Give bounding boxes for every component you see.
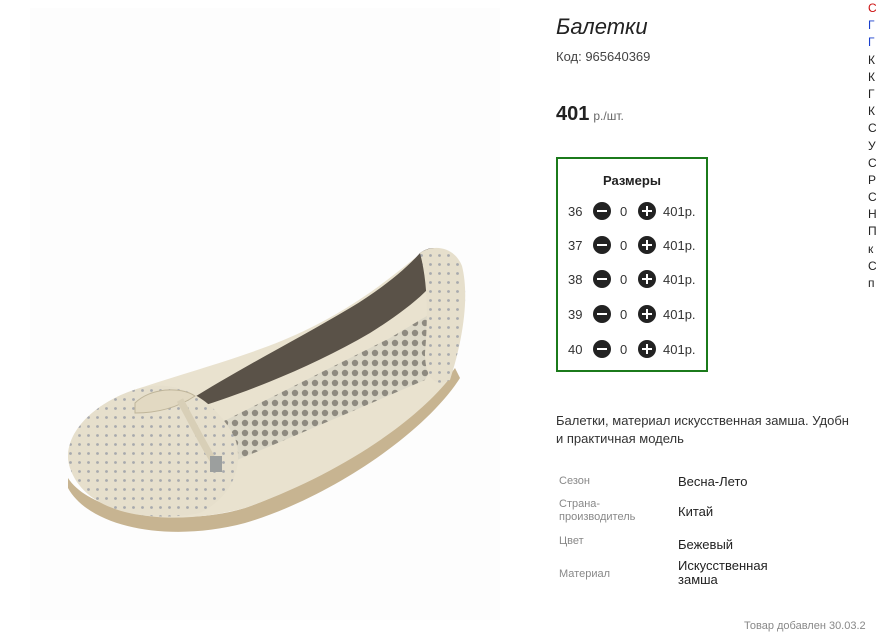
size-label: 36 <box>568 204 583 219</box>
minus-icon[interactable] <box>593 202 611 220</box>
added-date: Товар добавлен 30.03.2 <box>744 620 866 632</box>
size-label: 39 <box>568 307 583 322</box>
product-title: Балетки <box>556 14 648 39</box>
sizes-title: Размеры <box>603 173 661 188</box>
edge-link[interactable]: Г <box>868 34 876 51</box>
quantity-value: 0 <box>620 272 628 287</box>
quantity-value: 0 <box>620 307 628 322</box>
size-row-39: 39 0 401р. <box>558 305 706 325</box>
size-row-37: 37 0 401р. <box>558 236 706 256</box>
sizes-selector: Размеры 36 0 401р. 37 0 401р. 38 0 401р.… <box>556 157 708 372</box>
size-row-40: 40 0 401р. <box>558 340 706 360</box>
edge-text: У <box>868 138 876 153</box>
edge-text: П <box>868 224 876 239</box>
size-row-36: 36 0 401р. <box>558 202 706 222</box>
edge-text: К <box>868 69 875 84</box>
spec-value: Китай <box>678 504 714 519</box>
ballet-flat-image <box>68 247 466 532</box>
product-price: 401 р./шт. <box>556 103 624 126</box>
edge-text: С <box>868 121 876 136</box>
spec-value: Бежевый <box>678 537 734 552</box>
edge-link[interactable]: С <box>868 0 876 17</box>
quantity-value: 0 <box>620 238 628 253</box>
edge-text: К <box>868 104 875 119</box>
plus-icon[interactable] <box>638 236 656 254</box>
description-line: и практичная модель <box>556 431 684 446</box>
spec-label: Сезон <box>559 475 590 487</box>
size-label: 38 <box>568 272 583 287</box>
edge-text: Р <box>868 172 876 187</box>
spec-label: Страна-производитель <box>559 498 636 523</box>
size-label: 40 <box>568 342 583 357</box>
edge-text: Н <box>868 207 876 222</box>
edge-text: С <box>868 258 876 273</box>
price-value: 401 <box>556 103 590 125</box>
description-line: Балетки, материал искусственная замша. У… <box>556 413 849 428</box>
edge-link[interactable]: Г <box>868 17 876 34</box>
quantity-value: 0 <box>620 204 628 219</box>
plus-icon[interactable] <box>638 270 656 288</box>
edge-text: Г <box>868 86 875 101</box>
edge-text: к <box>868 241 874 256</box>
edge-text: С <box>868 155 876 170</box>
spec-value: Искусственная замша <box>678 558 768 587</box>
plus-icon[interactable] <box>638 202 656 220</box>
quantity-value: 0 <box>620 342 628 357</box>
product-code: Код: 965640369 <box>556 49 651 64</box>
size-label: 37 <box>568 238 583 253</box>
plus-icon[interactable] <box>638 340 656 358</box>
minus-icon[interactable] <box>593 340 611 358</box>
size-price: 401р. <box>663 342 696 357</box>
size-price: 401р. <box>663 204 696 219</box>
edge-text: п <box>868 276 875 290</box>
minus-icon[interactable] <box>593 305 611 323</box>
edge-text: К <box>868 52 875 67</box>
product-description: Балетки, материал искусственная замша. У… <box>556 412 876 448</box>
size-row-38: 38 0 401р. <box>558 270 706 290</box>
spec-label: Цвет <box>559 535 584 547</box>
spec-label: Материал <box>559 568 610 580</box>
size-price: 401р. <box>663 307 696 322</box>
minus-icon[interactable] <box>593 270 611 288</box>
size-price: 401р. <box>663 238 696 253</box>
size-price: 401р. <box>663 272 696 287</box>
edge-text: С <box>868 190 876 205</box>
plus-icon[interactable] <box>638 305 656 323</box>
spec-value: Весна-Лето <box>678 474 748 489</box>
minus-icon[interactable] <box>593 236 611 254</box>
price-unit: р./шт. <box>593 109 624 123</box>
right-column-cutoff: С Г Г К К Г К С У С Р С Н П к С п <box>868 0 876 292</box>
product-photo[interactable] <box>30 8 500 620</box>
